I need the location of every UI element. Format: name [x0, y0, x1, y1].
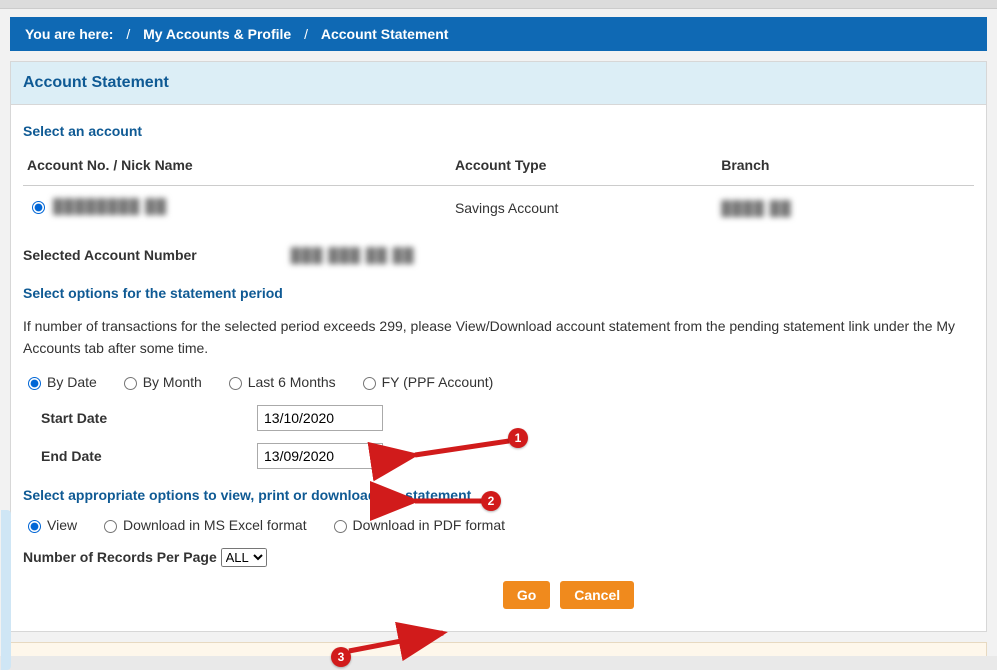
period-radios: By Date By Month Last 6 Months FY (PPF A… [23, 374, 974, 393]
end-date-label: End Date [23, 448, 257, 464]
cancel-button[interactable]: Cancel [560, 581, 634, 609]
breadcrumb-sep: / [126, 26, 130, 42]
view-option-excel[interactable]: Download in MS Excel format [99, 517, 307, 533]
col-header-account: Account No. / Nick Name [23, 153, 451, 186]
period-by-date-label: By Date [47, 374, 97, 390]
period-note: If number of transactions for the select… [23, 315, 974, 360]
annotation-badge-3: 3 [331, 647, 351, 667]
period-last6[interactable]: Last 6 Months [224, 374, 336, 390]
records-row: Number of Records Per Page ALL [23, 548, 974, 567]
selected-account-value: ███ ███ ██ ██ [291, 247, 415, 263]
view-option-pdf[interactable]: Download in PDF format [329, 517, 506, 533]
view-radio[interactable] [28, 520, 41, 533]
section-period-title: Select options for the statement period [23, 285, 974, 301]
selected-account-row: Selected Account Number ███ ███ ██ ██ [23, 247, 974, 263]
start-date-input[interactable] [257, 405, 383, 431]
pdf-radio-label: Download in PDF format [353, 517, 506, 533]
period-last6-radio[interactable] [229, 377, 242, 390]
breadcrumb-prefix: You are here: [25, 26, 113, 42]
view-radio-label: View [47, 517, 77, 533]
breadcrumb-item-accounts[interactable]: My Accounts & Profile [143, 26, 291, 42]
period-by-month-label: By Month [143, 374, 202, 390]
end-date-row: End Date [23, 443, 974, 469]
col-header-branch: Branch [717, 153, 974, 186]
account-radio-label[interactable]: ████████ ██ [27, 198, 167, 214]
selected-account-label: Selected Account Number [23, 247, 197, 263]
footer-strip [10, 642, 987, 656]
pdf-radio[interactable] [334, 520, 347, 533]
period-by-month-radio[interactable] [124, 377, 137, 390]
panel-title: Account Statement [11, 62, 986, 105]
view-option-view[interactable]: View [23, 517, 77, 533]
records-select[interactable]: ALL [221, 548, 267, 567]
annotation-badge-2: 2 [481, 491, 501, 511]
period-fy-label: FY (PPF Account) [382, 374, 494, 390]
annotation-badge-1: 1 [508, 428, 528, 448]
breadcrumb-sep: / [304, 26, 308, 42]
top-strip [0, 0, 997, 9]
period-by-date[interactable]: By Date [23, 374, 97, 390]
table-row: ████████ ██ Savings Account ████ ██ [23, 186, 974, 226]
excel-radio[interactable] [104, 520, 117, 533]
records-label: Number of Records Per Page [23, 549, 217, 565]
period-fy-radio[interactable] [363, 377, 376, 390]
excel-radio-label: Download in MS Excel format [123, 517, 307, 533]
section-select-account-title: Select an account [23, 123, 974, 139]
account-type-cell: Savings Account [451, 186, 717, 226]
period-by-date-radio[interactable] [28, 377, 41, 390]
period-by-month[interactable]: By Month [119, 374, 202, 390]
start-date-row: Start Date [23, 405, 974, 431]
start-date-label: Start Date [23, 410, 257, 426]
left-tab-decor [1, 510, 11, 670]
breadcrumb: You are here: / My Accounts & Profile / … [10, 17, 987, 51]
breadcrumb-item-statement[interactable]: Account Statement [321, 26, 449, 42]
account-radio[interactable] [32, 201, 45, 214]
action-buttons: Go Cancel [23, 581, 974, 609]
account-table: Account No. / Nick Name Account Type Bra… [23, 153, 974, 225]
end-date-input[interactable] [257, 443, 383, 469]
period-fy[interactable]: FY (PPF Account) [358, 374, 494, 390]
go-button[interactable]: Go [503, 581, 550, 609]
account-number-masked: ████████ ██ [53, 198, 167, 214]
col-header-type: Account Type [451, 153, 717, 186]
branch-masked: ████ ██ [721, 200, 791, 216]
period-last6-label: Last 6 Months [248, 374, 336, 390]
main-panel: Account Statement Select an account Acco… [10, 61, 987, 632]
view-radios: View Download in MS Excel format Downloa… [23, 517, 974, 536]
